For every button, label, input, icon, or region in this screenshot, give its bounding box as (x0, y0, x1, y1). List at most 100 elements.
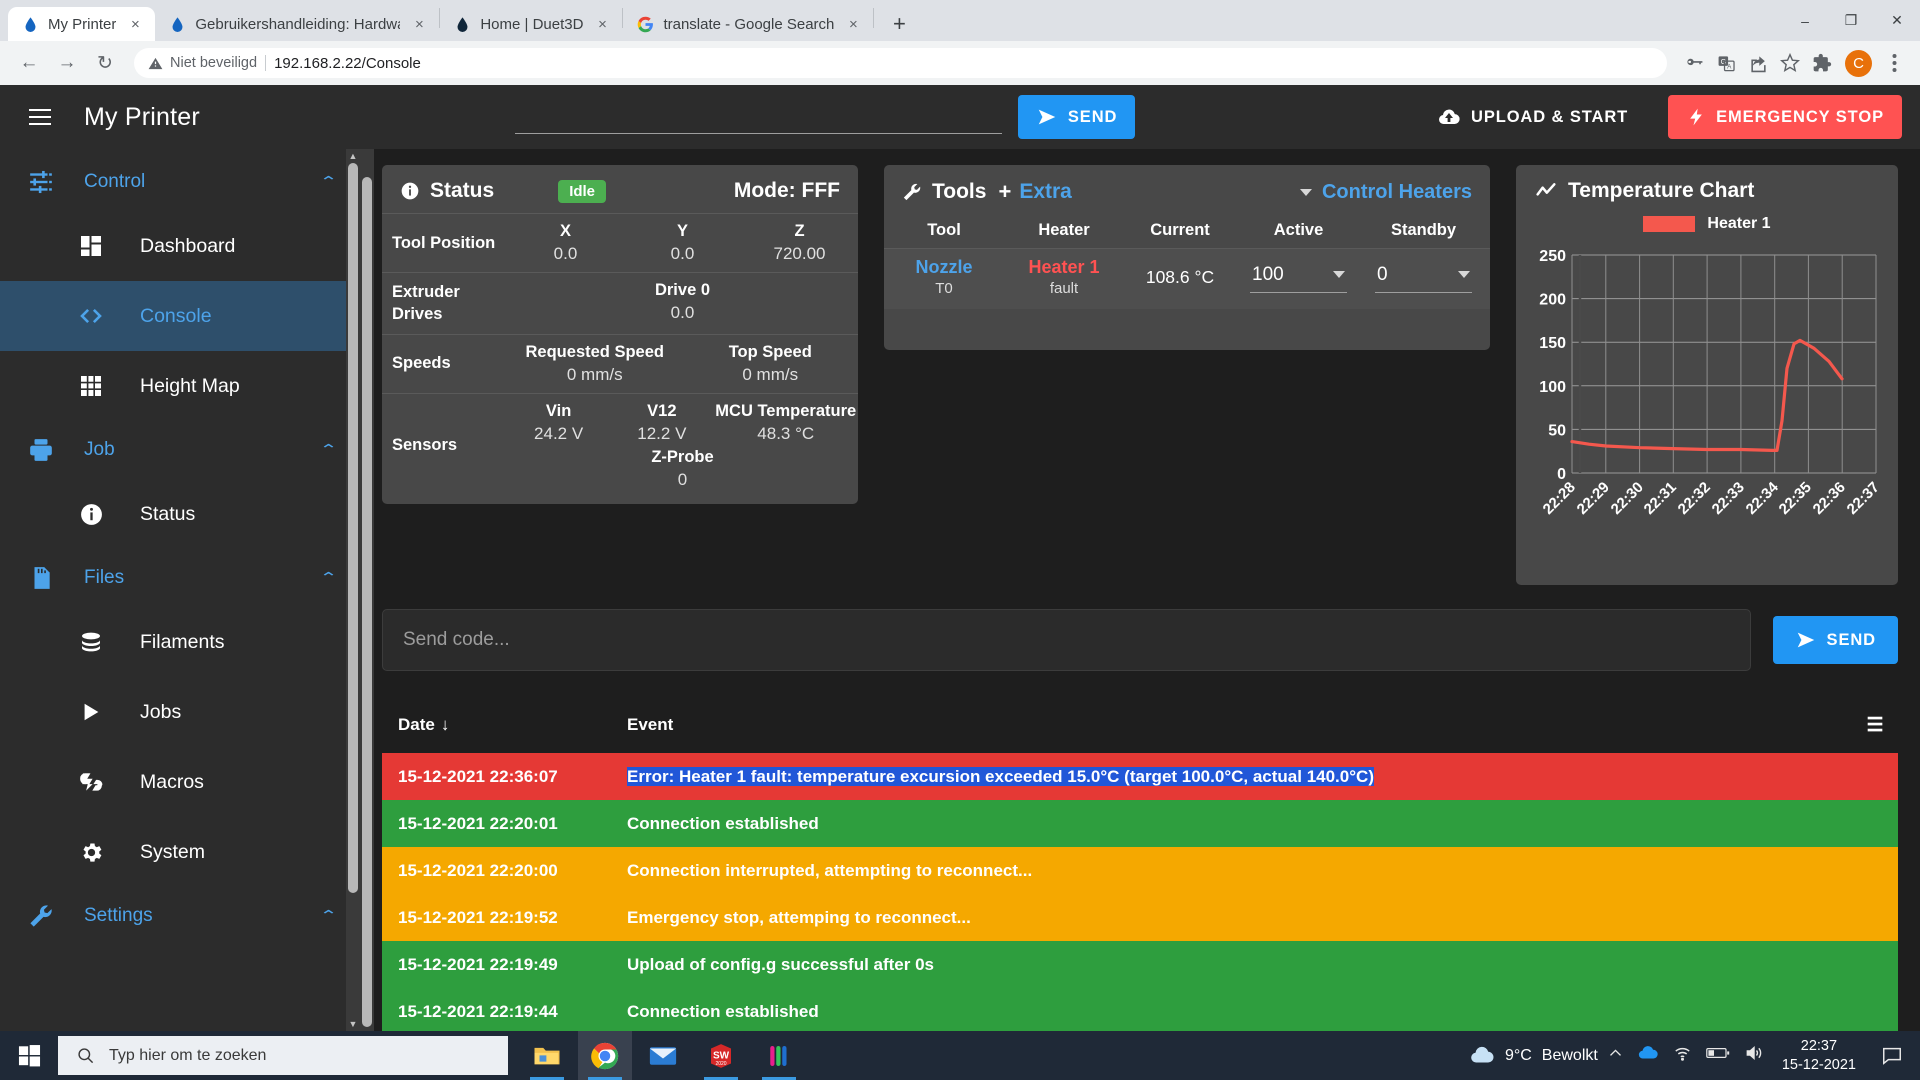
security-status[interactable]: Niet beveiligd (148, 55, 257, 71)
sidebar-item-system[interactable]: System (0, 817, 360, 887)
log-row-date: 15-12-2021 22:36:07 (398, 766, 558, 786)
tab-close-icon[interactable]: × (125, 16, 145, 33)
profile-avatar[interactable]: C (1845, 49, 1872, 77)
notification-icon[interactable] (1874, 1045, 1910, 1067)
send-code-input[interactable] (403, 629, 1730, 651)
onedrive-icon[interactable] (1637, 1042, 1659, 1069)
app-colored-bars-icon[interactable] (752, 1031, 806, 1080)
status-cell-value: 12.2 V (637, 423, 687, 443)
tab-close-icon[interactable]: × (592, 16, 612, 33)
send-code-button[interactable]: SEND (1772, 616, 1898, 664)
translate-icon[interactable]: GA (1711, 48, 1741, 78)
log-col-event[interactable]: Event (627, 715, 1852, 735)
svg-text:50: 50 (1548, 422, 1566, 439)
table-row[interactable]: 15-12-2021 22:19:44 Connection establish… (382, 988, 1898, 1031)
three-dots-icon[interactable] (1880, 48, 1908, 78)
add-tool-icon[interactable]: + (998, 179, 1011, 205)
forward-icon[interactable]: → (50, 46, 84, 80)
emergency-stop-button[interactable]: EMERGENCY STOP (1668, 95, 1902, 139)
chrome-icon[interactable] (578, 1031, 632, 1080)
battery-icon[interactable] (1706, 1045, 1730, 1066)
scroll-up-arrow-icon[interactable]: ▲ (349, 149, 358, 163)
chart-legend: Heater 1 (1516, 215, 1898, 233)
hamburger-menu-icon[interactable]: ☰ (1852, 714, 1898, 737)
browser-tab-2[interactable]: Home | Duet3D × (440, 7, 622, 41)
header-gcode-input[interactable] (514, 100, 1002, 134)
tab-close-icon[interactable]: × (409, 16, 429, 33)
sidebar-item-status[interactable]: Status (0, 479, 360, 549)
active-temp-select[interactable]: 100 (1236, 262, 1361, 293)
header-send-button[interactable]: SEND (1017, 95, 1136, 139)
main-scroll-thumb[interactable] (362, 177, 372, 1027)
sidebar-group-job[interactable]: Job ⌃ (0, 421, 360, 479)
browser-tab-1[interactable]: Gebruikershandleiding: Hardware × (155, 7, 439, 41)
sidebar-group-settings[interactable]: Settings ⌃ (0, 887, 360, 945)
upload-cloud-icon (1439, 109, 1460, 125)
sidebar-item-console[interactable]: Console (0, 281, 360, 351)
sidebar-group-control[interactable]: Control ⌃ (0, 153, 360, 211)
upload-and-start-button[interactable]: UPLOAD & START (1419, 95, 1646, 139)
taskbar-search-box[interactable]: Typ hier om te zoeken (58, 1036, 508, 1075)
sidebar-item-jobs[interactable]: Jobs (0, 677, 360, 747)
windows-logo-icon[interactable] (0, 1044, 58, 1067)
legend-label: Heater 1 (1707, 215, 1771, 232)
status-card-title: Status (430, 179, 495, 202)
sidebar-group-label: Files (84, 567, 125, 588)
reload-icon[interactable]: ↻ (88, 46, 122, 80)
new-tab-button[interactable]: + (882, 7, 916, 41)
share-icon[interactable] (1743, 48, 1773, 78)
table-row[interactable]: 15-12-2021 22:19:49 Upload of config.g s… (382, 941, 1898, 988)
extensions-puzzle-icon[interactable] (1807, 48, 1837, 78)
sliders-icon (26, 169, 56, 195)
status-cell-header: Requested Speed (525, 342, 664, 361)
sidebar-group-files[interactable]: Files ⌃ (0, 549, 360, 607)
control-heaters-label: Control Heaters (1321, 180, 1472, 203)
wifi-icon[interactable] (1673, 1044, 1692, 1068)
volume-icon[interactable] (1744, 1043, 1764, 1068)
control-heaters-dropdown[interactable]: Control Heaters (1299, 180, 1472, 204)
solidworks-icon[interactable]: SW 2020 (694, 1031, 748, 1080)
omnibox-divider (265, 55, 267, 71)
window-minimize-icon[interactable]: – (1782, 0, 1828, 41)
table-row[interactable]: 15-12-2021 22:19:52 Emergency stop, atte… (382, 894, 1898, 941)
send-code-field[interactable] (382, 609, 1751, 671)
tools-extra-link[interactable]: Extra (1019, 180, 1072, 204)
status-cell-header: Z (794, 222, 805, 240)
hamburger-icon[interactable] (18, 95, 62, 139)
heater-name-cell[interactable]: Heater 1 fault (1004, 257, 1124, 297)
chart-line-icon (1534, 181, 1558, 201)
file-explorer-icon[interactable] (520, 1031, 574, 1080)
window-controls: – ❐ ✕ (1782, 0, 1920, 41)
table-row[interactable]: 15-12-2021 22:20:01 Connection establish… (382, 800, 1898, 847)
sidebar-item-macros[interactable]: Macros (0, 747, 360, 817)
log-row-date: 15-12-2021 22:20:01 (398, 813, 558, 833)
bookmark-star-icon[interactable] (1775, 48, 1805, 78)
sidebar-item-dashboard[interactable]: Dashboard (0, 211, 360, 281)
table-row[interactable]: 15-12-2021 22:20:00 Connection interrupt… (382, 847, 1898, 894)
browser-tab-0[interactable]: My Printer × (8, 7, 156, 41)
key-icon[interactable] (1679, 48, 1709, 78)
tool-name-cell[interactable]: Nozzle T0 (884, 257, 1004, 297)
sidebar-item-height-map[interactable]: Height Map (0, 351, 360, 421)
svg-text:22:29: 22:29 (1574, 479, 1613, 518)
scroll-down-arrow-icon[interactable]: ▼ (349, 1017, 358, 1031)
log-row-event-text: Heater 1 fault: temperature excursion ex… (674, 766, 1374, 786)
window-maximize-icon[interactable]: ❐ (1828, 0, 1874, 41)
taskbar-weather[interactable]: 9°C Bewolkt (1469, 1043, 1598, 1069)
window-close-icon[interactable]: ✕ (1874, 0, 1920, 41)
table-row[interactable]: 15-12-2021 22:36:07 Error: Heater 1 faul… (382, 753, 1898, 800)
log-col-date[interactable]: Date ↓ (382, 715, 627, 735)
mail-icon[interactable] (636, 1031, 690, 1080)
gear-icon (78, 840, 104, 865)
taskbar-clock[interactable]: 22:37 15-12-2021 (1774, 1037, 1864, 1073)
main-scrollbar[interactable] (360, 149, 374, 1031)
chevron-up-icon[interactable] (1608, 1046, 1623, 1066)
sidebar-item-filaments[interactable]: Filaments (0, 607, 360, 677)
browser-tab-3[interactable]: translate - Google Search × (623, 7, 873, 41)
back-icon[interactable]: ← (12, 46, 46, 80)
sidebar-scrollbar[interactable]: ▲ ▼ (346, 149, 360, 1031)
address-bar[interactable]: Niet beveiligd 192.168.2.22/Console (134, 48, 1667, 78)
sidebar-scroll-thumb[interactable] (348, 163, 358, 893)
tab-close-icon[interactable]: × (843, 16, 863, 33)
standby-temp-select[interactable]: 0 (1361, 262, 1486, 293)
